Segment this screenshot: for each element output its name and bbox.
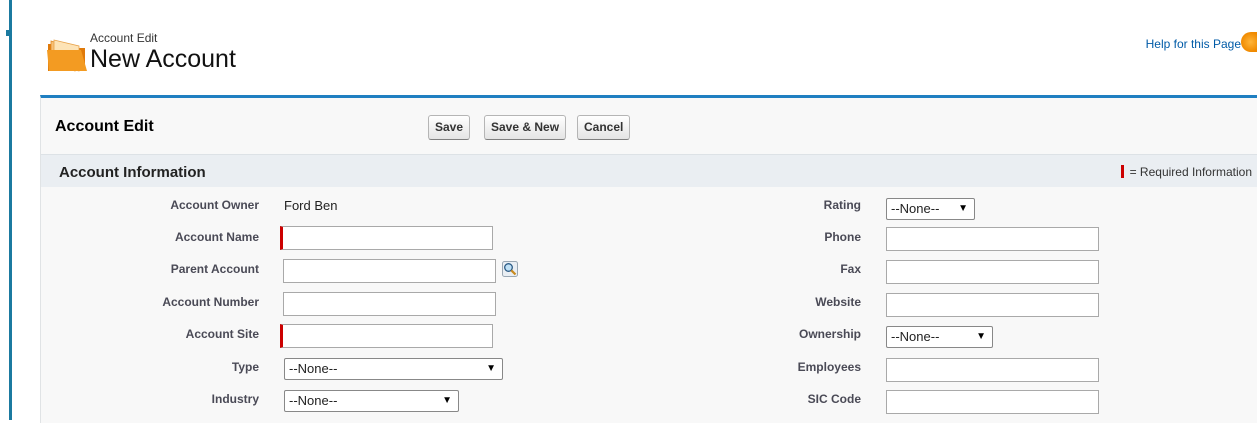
label-website: Website (815, 295, 861, 309)
label-account-number: Account Number (162, 295, 259, 309)
type-select-value: --None-- (289, 361, 338, 376)
label-ownership: Ownership (798, 327, 861, 341)
left-rail (9, 0, 12, 420)
help-icon[interactable] (1241, 32, 1257, 52)
account-site-input[interactable] (280, 324, 493, 348)
triangle-down-icon: ▼ (442, 395, 452, 406)
required-marker-icon (1120, 165, 1124, 178)
rating-select[interactable]: --None-- ▼ (886, 198, 975, 220)
label-fax: Fax (840, 262, 861, 276)
required-legend: = Required Information (1120, 165, 1252, 179)
website-input[interactable] (886, 293, 1099, 317)
account-edit-block: Account Edit Save Save & New Cancel Acco… (40, 95, 1257, 423)
block-title: Account Edit (55, 118, 154, 135)
account-name-input[interactable] (280, 226, 493, 250)
label-employees: Employees (797, 360, 861, 374)
cancel-button[interactable]: Cancel (577, 115, 631, 140)
section-header: Account Information = Required Informati… (41, 154, 1257, 187)
save-and-new-button[interactable]: Save & New (484, 115, 567, 140)
industry-select[interactable]: --None-- ▼ (284, 390, 459, 412)
triangle-down-icon: ▼ (958, 203, 968, 214)
triangle-down-icon: ▼ (976, 331, 986, 342)
required-legend-text: = Required Information (1129, 165, 1252, 179)
label-industry: Industry (211, 392, 259, 406)
account-number-input[interactable] (283, 292, 496, 316)
label-phone: Phone (824, 230, 861, 244)
fax-input[interactable] (886, 260, 1099, 284)
page-title: New Account (90, 45, 236, 73)
industry-select-value: --None-- (289, 393, 338, 408)
phone-input[interactable] (886, 227, 1099, 251)
label-type: Type (231, 360, 259, 374)
magnifier-lookup-icon[interactable] (502, 261, 518, 277)
account-owner-value: Ford Ben (284, 198, 338, 213)
folder-icon (47, 39, 87, 72)
block-header: Account Edit Save Save & New Cancel (41, 98, 1257, 152)
ownership-select[interactable]: --None-- ▼ (886, 326, 993, 348)
type-select[interactable]: --None-- ▼ (284, 358, 503, 380)
employees-input[interactable] (886, 358, 1099, 382)
triangle-down-icon: ▼ (486, 363, 496, 374)
label-account-name: Account Name (174, 230, 259, 244)
label-rating: Rating (823, 198, 861, 212)
label-parent-account: Parent Account (170, 262, 259, 276)
sic-code-input[interactable] (886, 390, 1099, 414)
label-account-site: Account Site (185, 327, 259, 341)
save-button[interactable]: Save (428, 115, 471, 140)
ownership-select-value: --None-- (891, 329, 940, 344)
rating-select-value: --None-- (891, 201, 940, 216)
rail-tick (6, 30, 9, 36)
section-title: Account Information (59, 164, 206, 181)
parent-account-input[interactable] (283, 259, 496, 283)
form-area: Account Owner Ford Ben Account Name Pare… (41, 187, 1257, 423)
page-subtitle: Account Edit (90, 31, 158, 45)
label-sic-code: SIC Code (807, 392, 861, 406)
help-link[interactable]: Help for this Page (1146, 37, 1241, 51)
label-account-owner: Account Owner (170, 198, 259, 212)
